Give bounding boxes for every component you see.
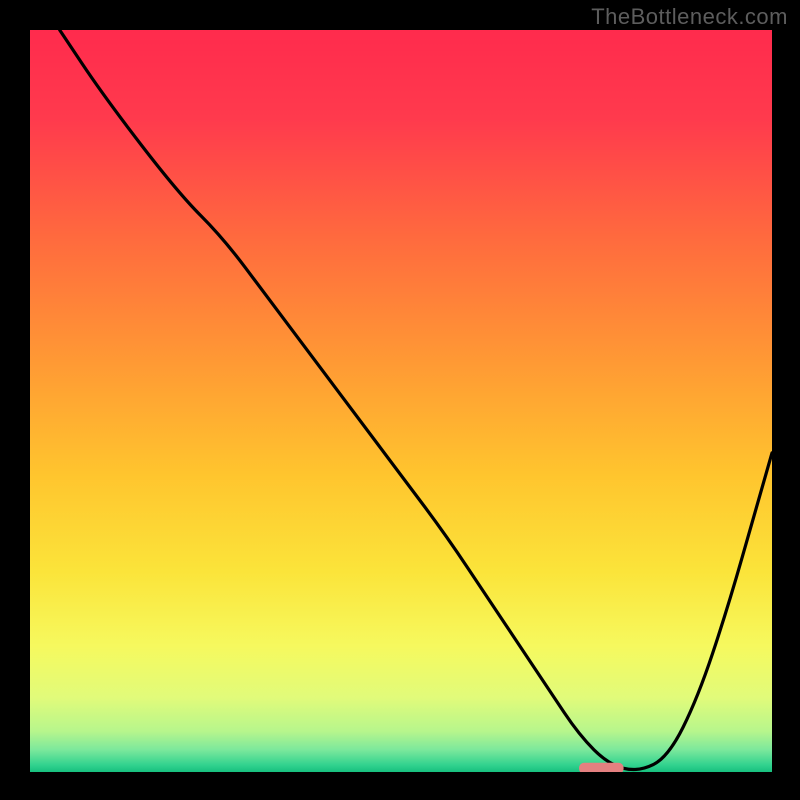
bottleneck-curve: [60, 30, 772, 770]
chart-container: TheBottleneck.com: [0, 0, 800, 800]
plot-frame: [30, 30, 772, 772]
watermark-text: TheBottleneck.com: [591, 4, 788, 30]
valley-marker: [579, 763, 624, 772]
plot-area: [30, 30, 772, 772]
curve-layer: [30, 30, 772, 772]
